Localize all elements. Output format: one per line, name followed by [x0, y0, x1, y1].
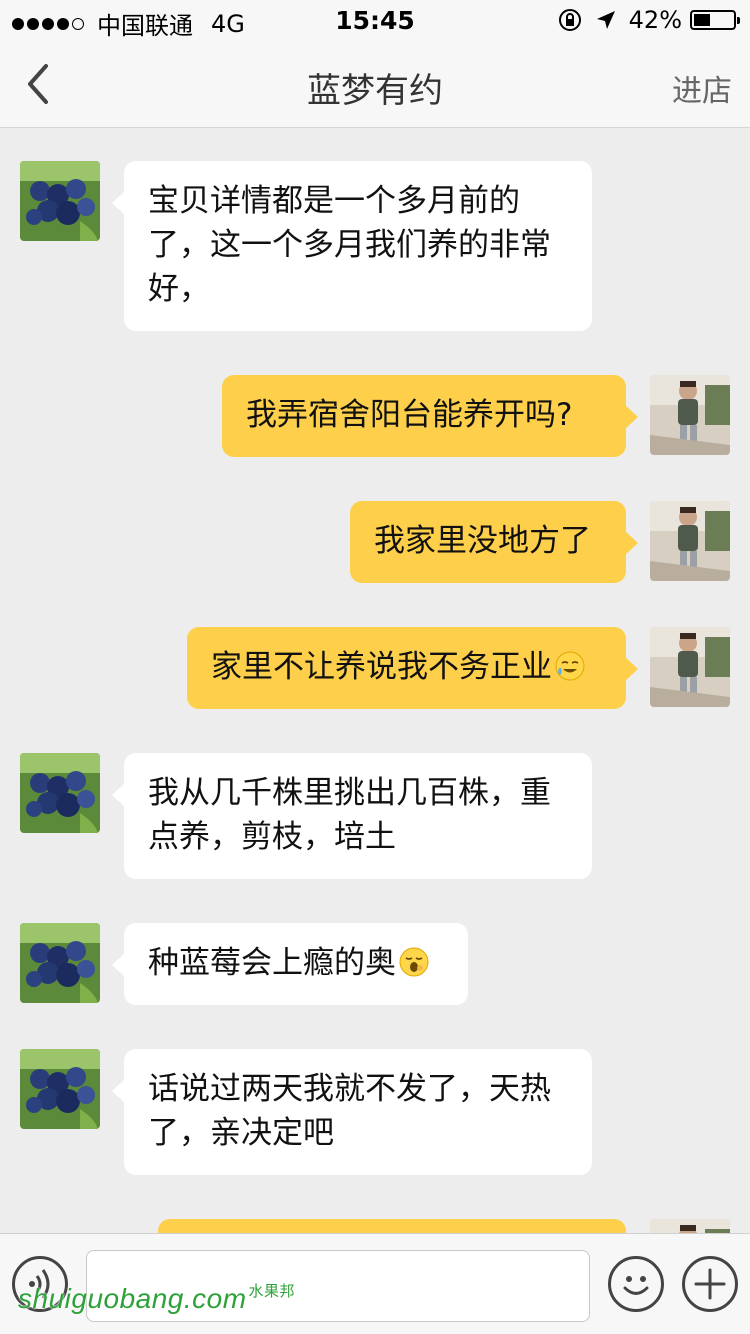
- outgoing-message-bubble[interactable]: 我家里没地方了: [350, 501, 638, 583]
- yawn-emoji-icon: [399, 947, 429, 977]
- message-text: 家里不让养说我不务正业: [211, 649, 552, 685]
- message-text: 我从几千株里挑出几百株，重点养，剪枝，培土: [148, 775, 551, 855]
- emoji-button[interactable]: [608, 1256, 664, 1312]
- page-title: 蓝梦有约: [307, 71, 443, 111]
- user-avatar[interactable]: [650, 375, 730, 455]
- outgoing-message-bubble[interactable]: 家里不让养说我不务正业: [187, 627, 638, 709]
- plus-icon: [694, 1268, 726, 1300]
- outgoing-message-bubble[interactable]: 我弄宿舍阳台能养开吗?: [222, 375, 638, 457]
- enter-shop-button[interactable]: 进店: [672, 66, 732, 110]
- status-bar: 中国联通 4G 15:45 42%: [0, 0, 750, 40]
- sweat-smile-emoji-icon: [555, 651, 585, 681]
- rotation-lock-icon: [557, 7, 583, 33]
- smiley-icon: [623, 1276, 649, 1295]
- battery-icon: [690, 10, 740, 30]
- incoming-message-bubble[interactable]: 话说过两天我就不发了，天热了，亲决定吧: [112, 1049, 592, 1175]
- battery-percent: 42%: [628, 6, 682, 34]
- location-arrow-icon: [595, 9, 617, 31]
- nav-bar: 蓝梦有约 进店: [0, 40, 750, 128]
- user-avatar[interactable]: [650, 1219, 730, 1233]
- message-text: 我家里没地方了: [374, 523, 591, 559]
- message-text: 话说过两天我就不发了，天热了，亲决定吧: [148, 1071, 551, 1151]
- incoming-message-bubble[interactable]: 我从几千株里挑出几百株，重点养，剪枝，培土: [112, 753, 592, 879]
- user-avatar[interactable]: [650, 627, 730, 707]
- shop-avatar[interactable]: [20, 1049, 100, 1129]
- outgoing-message-bubble[interactable]: [158, 1219, 626, 1233]
- shop-avatar[interactable]: [20, 161, 100, 241]
- site-watermark: shuiguobang.com 水果邦: [18, 1283, 296, 1314]
- incoming-message-bubble[interactable]: 种蓝莓会上瘾的奥: [112, 923, 468, 1005]
- message-text: 我弄宿舍阳台能养开吗?: [246, 397, 573, 433]
- chat-area[interactable]: 宝贝详情都是一个多月前的了，这一个多月我们养的非常好， 我弄宿舍阳台能养开吗? …: [0, 128, 750, 1233]
- incoming-message-bubble[interactable]: 宝贝详情都是一个多月前的了，这一个多月我们养的非常好，: [112, 161, 592, 331]
- user-avatar[interactable]: [650, 501, 730, 581]
- more-button[interactable]: [682, 1256, 738, 1312]
- message-text: 宝贝详情都是一个多月前的了，这一个多月我们养的非常好，: [148, 183, 551, 307]
- shop-avatar[interactable]: [20, 923, 100, 1003]
- message-text: 种蓝莓会上瘾的奥: [148, 945, 396, 981]
- shop-avatar[interactable]: [20, 753, 100, 833]
